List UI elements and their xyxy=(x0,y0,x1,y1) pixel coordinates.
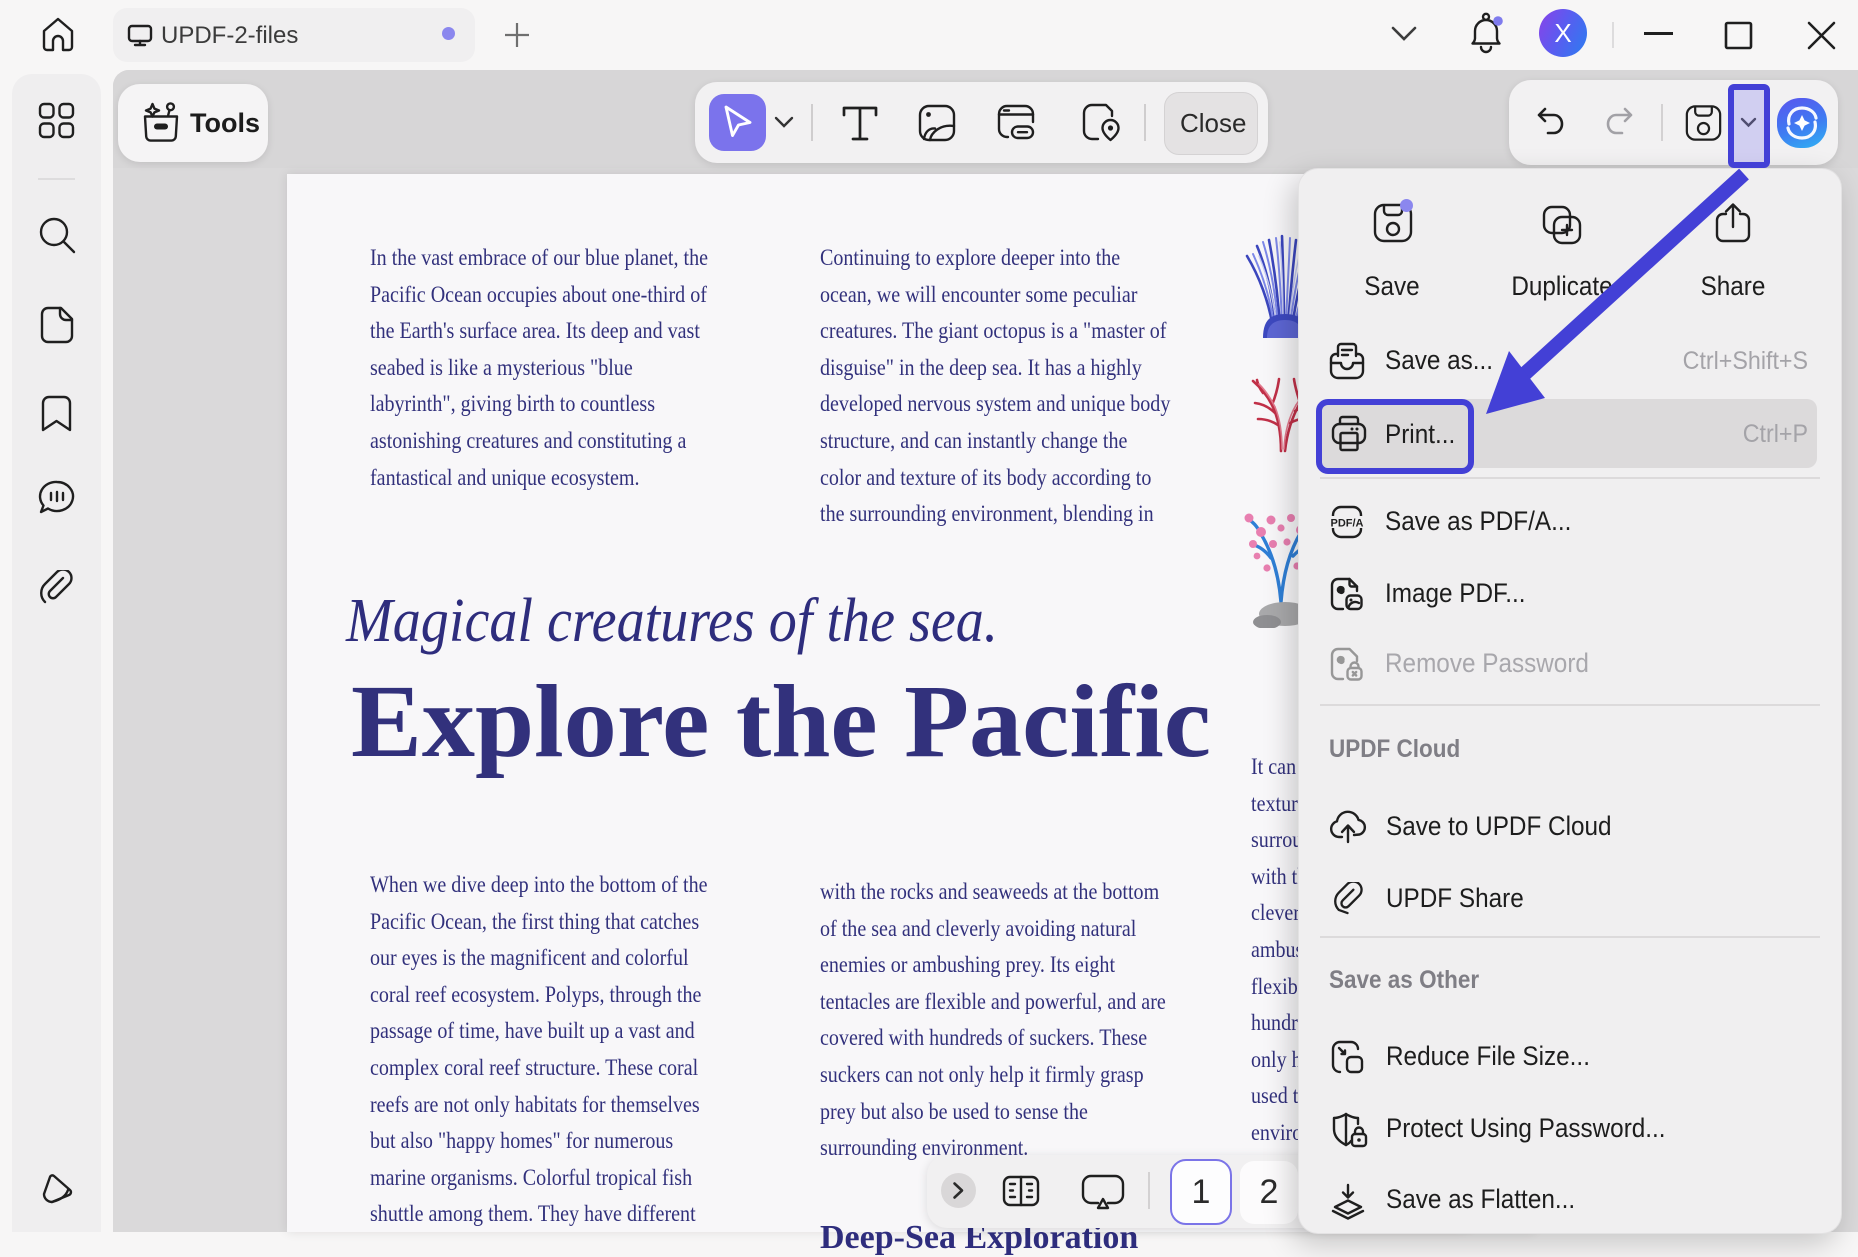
svg-text:PDF/A: PDF/A xyxy=(1331,518,1364,530)
